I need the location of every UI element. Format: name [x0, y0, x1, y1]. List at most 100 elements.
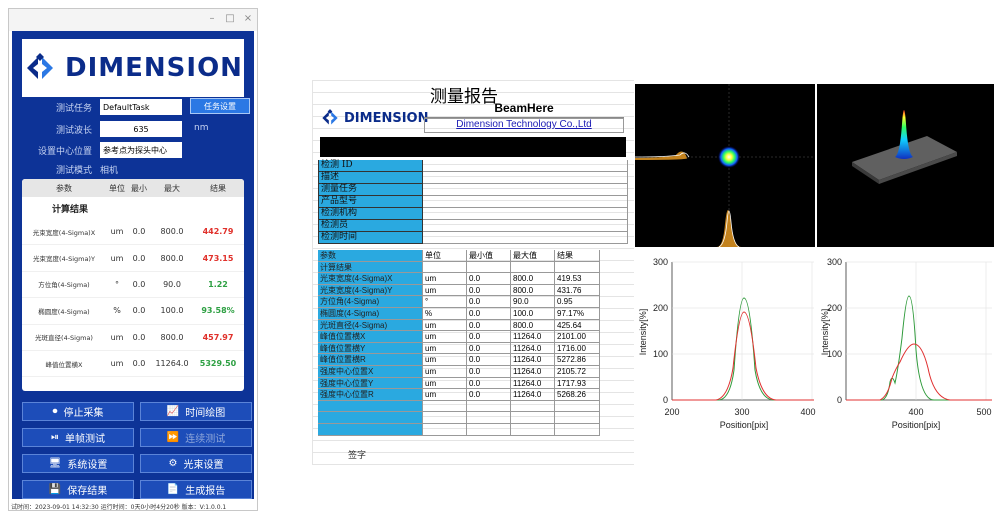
cell-min: 0.0: [132, 332, 146, 342]
table-cell: 0.95: [555, 296, 600, 308]
info-value: [423, 172, 628, 184]
table-cell: °: [423, 296, 467, 308]
info-label: 产品型号: [318, 196, 423, 208]
table-cell: [423, 400, 467, 413]
sign-label: 签字: [348, 451, 367, 461]
task-label: 测试任务: [55, 103, 92, 114]
document-icon: 📄: [166, 484, 180, 495]
cell-min: 0.0: [132, 227, 146, 237]
table-cell: [511, 412, 555, 424]
cell-name: 光斑直径(4-Sigma): [35, 334, 93, 343]
time-plot-button[interactable]: 📈 时间绘图: [140, 402, 252, 421]
table-row: 方位角(4-Sigma) ° 0.0 90.0 1.22: [22, 272, 244, 299]
stop-circle-icon: ⏺: [52, 406, 58, 417]
info-value: [423, 184, 628, 196]
stop-capture-button[interactable]: ⏺ 停止采集: [22, 402, 134, 421]
table-cell: 419.53: [555, 273, 600, 285]
info-label: 检测机构: [318, 208, 423, 220]
table-cell: 97.17%: [555, 307, 600, 320]
cell-max: 800.0: [160, 227, 184, 237]
beam-settings-button[interactable]: ⚙ 光束设置: [140, 454, 252, 473]
header-param: 参数: [56, 183, 72, 193]
table-cell: [511, 400, 555, 413]
table-cell: 强度中心位置Y: [318, 377, 423, 390]
continuous-test-button[interactable]: ⏩ 连续测试: [140, 428, 252, 447]
table-cell: 100.0: [511, 307, 555, 320]
table-cell: [467, 423, 511, 436]
plot2-ylabel: Intensity[%]: [820, 309, 830, 356]
info-row: 检测机构: [318, 208, 628, 220]
single-test-label: 单帧测试: [65, 434, 105, 445]
wavelength-unit: nm: [194, 123, 209, 133]
table-cell: 0.0: [467, 377, 511, 390]
cell-unit: °: [115, 279, 119, 289]
plot1-ytick-1: 100: [653, 349, 668, 359]
minimize-button[interactable]: –: [205, 13, 219, 24]
table-cell: 计算结果: [318, 261, 423, 274]
table-row: 峰值位置横Y um 0.0 11264.0 1716.00: [318, 342, 628, 355]
generate-report-button[interactable]: 📄 生成报告: [140, 480, 252, 499]
task-field[interactable]: DefaultTask: [100, 99, 182, 115]
table-cell: 最小值: [467, 250, 511, 262]
black-banner: [320, 137, 626, 157]
table-cell: um: [423, 342, 467, 355]
monitor-icon: 🖥: [48, 458, 62, 469]
table-cell: 0.0: [467, 342, 511, 355]
cell-unit: um: [110, 227, 124, 237]
header-unit: 单位: [109, 183, 125, 193]
table-cell: 光束宽度(4-Sigma)X: [318, 273, 423, 285]
task-settings-button[interactable]: 任务设置: [190, 98, 250, 114]
table-cell: 2101.00: [555, 331, 600, 343]
table-cell: %: [423, 307, 467, 320]
table-cell: 800.0: [511, 284, 555, 297]
mode-value: 相机: [100, 165, 119, 176]
table-cell: [555, 261, 600, 274]
cell-max: 11264.0: [155, 359, 189, 369]
stop-capture-label: 停止采集: [63, 408, 104, 419]
plot1-xlabel: Position[pix]: [720, 420, 769, 430]
table-cell: 431.76: [555, 284, 600, 297]
table-row: 光斑直径(4-Sigma) um 0.0 800.0 457.97: [22, 325, 244, 351]
table-cell: um: [423, 377, 467, 390]
cell-max: 800.0: [160, 253, 184, 263]
table-row: 峰值位置横R um 0.0 11264.0 5272.86: [318, 354, 628, 366]
table-cell: um: [423, 365, 467, 378]
close-button[interactable]: ×: [241, 13, 255, 24]
center-field[interactable]: 参考点为探头中心: [100, 142, 182, 158]
table-cell: 800.0: [511, 273, 555, 285]
single-test-button[interactable]: ⏯ 单帧测试: [22, 428, 134, 447]
table-cell: 0.0: [467, 273, 511, 285]
table-row: 光束宽度(4-Sigma)Y um 0.0 800.0 473.15: [22, 245, 244, 272]
maximize-button[interactable]: □: [223, 13, 237, 24]
table-cell: 425.64: [555, 319, 600, 332]
system-settings-button[interactable]: 🖥 系统设置: [22, 454, 134, 473]
company-link[interactable]: Dimension Technology Co.,Ltd: [424, 118, 624, 133]
table-cell: [467, 412, 511, 424]
plot2-xlabel: Position[pix]: [892, 420, 941, 430]
plot2-ytick-0: 0: [837, 395, 842, 405]
center-label: 设置中心位置: [37, 146, 92, 157]
center-row: 设置中心位置 参考点为探头中心: [22, 141, 182, 159]
save-results-button[interactable]: 💾 保存结果: [22, 480, 134, 499]
table-cell: um: [423, 354, 467, 366]
table-row: 方位角(4-Sigma) ° 0.0 90.0 0.95: [318, 296, 628, 308]
table-row: 计算结果: [318, 261, 628, 274]
table-cell: [423, 261, 467, 274]
cell-name: 峰值位置横X: [45, 360, 83, 369]
report-brand: DIMENSION: [344, 110, 429, 126]
table-row: [318, 400, 628, 413]
cell-min: 0.0: [132, 279, 146, 289]
table-row: 光束宽度(4-Sigma)X um 0.0 800.0 442.79: [22, 219, 244, 246]
cell-result: 93.58%: [201, 306, 235, 316]
cell-max: 800.0: [160, 332, 184, 342]
wavelength-field[interactable]: 635: [100, 121, 182, 137]
task-row: 测试任务 DefaultTask: [22, 98, 182, 116]
table-cell: [318, 423, 423, 436]
section-title: 计算结果: [52, 204, 89, 215]
info-table: 检测 ID 描述 测量任务 产品型号 检测机构 检测员 检测时间: [318, 160, 628, 244]
info-label: 测量任务: [318, 184, 423, 196]
cell-min: 0.0: [132, 253, 146, 263]
info-row: 检测员: [318, 220, 628, 232]
cell-name: 光束宽度(4-Sigma)X: [32, 228, 96, 237]
table-row: [318, 423, 628, 436]
